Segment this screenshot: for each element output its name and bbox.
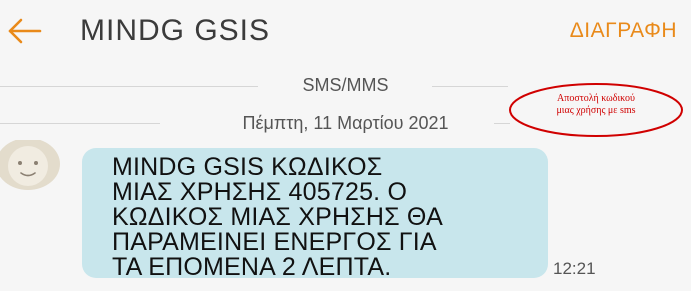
delete-button[interactable]: ΔΙΑΓΡΑΦΗ [570, 19, 677, 43]
message-bubble[interactable]: MINDG GSIS ΚΩΔΙΚΟΣ ΜΙΑΣ ΧΡΗΣΗΣ 405725. Ο… [82, 148, 548, 281]
annotation-text: Αποστολή κωδικού μιας χρήσης με sms [506, 93, 686, 117]
annotation-line-1: Αποστολή κωδικού [557, 93, 635, 104]
message-time: 12:21 [553, 259, 596, 278]
conversation-title: MINDG GSIS [80, 14, 271, 47]
annotation-line-2: μιας χρήσης με sms [556, 105, 636, 116]
message-text: MINDG GSIS ΚΩΔΙΚΟΣ ΜΙΑΣ ΧΡΗΣΗΣ 405725. Ο… [112, 153, 443, 281]
divider-right [432, 86, 508, 87]
back-button[interactable] [4, 11, 44, 51]
annotation-callout: Αποστολή κωδικού μιας χρήσης με sms [506, 80, 686, 140]
arrow-left-icon [8, 18, 42, 44]
contact-avatar[interactable] [0, 138, 70, 190]
app-header: MINDG GSIS ΔΙΑΓΡΑΦΗ [0, 0, 691, 62]
contact-avatar-icon [0, 138, 60, 190]
